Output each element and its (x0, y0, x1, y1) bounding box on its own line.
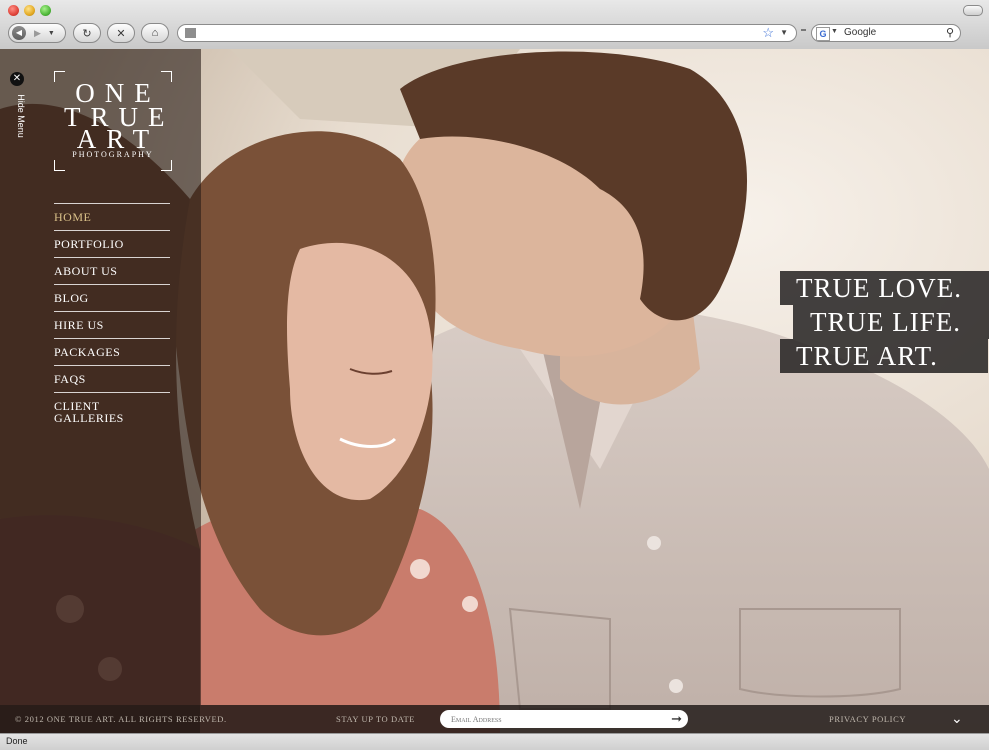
zoom-window-icon[interactable] (40, 5, 51, 16)
email-field[interactable] (451, 713, 661, 725)
logo-word-art: ART (76, 124, 160, 154)
reload-button[interactable]: ↻ (73, 23, 101, 43)
favicon-icon (185, 28, 196, 38)
chevron-down-icon[interactable]: ⌄ (951, 710, 963, 727)
toolbar-toggle-button[interactable] (963, 5, 983, 16)
tagline-line: TRUE LOVE. (780, 271, 989, 305)
bookmark-star-icon[interactable]: ☆ (762, 25, 774, 41)
tagline-text: TRUE LOVE. (796, 273, 962, 303)
submit-arrow-icon[interactable]: ➞ (671, 711, 682, 727)
nav-item-home[interactable]: HOME (54, 203, 170, 230)
forward-arrow-icon[interactable]: ▶ (34, 28, 41, 39)
site-footer: © 2012 ONE TRUE ART. ALL RIGHTS RESERVED… (0, 705, 989, 733)
nav-item-about-us[interactable]: ABOUT US (54, 257, 170, 284)
close-icon[interactable]: ✕ (10, 72, 24, 86)
search-bar[interactable]: G ▼ Google ⚲ (811, 24, 961, 42)
privacy-policy-link[interactable]: PRIVACY POLICY (829, 714, 906, 724)
search-icon[interactable]: ⚲ (946, 26, 954, 39)
hide-menu-button[interactable]: Hide Menu (16, 91, 26, 141)
search-input[interactable]: Google (844, 27, 876, 38)
logo-corner (54, 160, 65, 171)
stop-icon: ✕ (116, 27, 126, 40)
url-dropdown-icon[interactable]: ▼ (780, 28, 788, 37)
stop-button[interactable]: ✕ (107, 23, 135, 43)
toolbar-separator (801, 29, 806, 31)
hero-tagline: TRUE LOVE. TRUE LIFE. TRUE ART. (780, 271, 989, 373)
minimize-window-icon[interactable] (24, 5, 35, 16)
home-button[interactable]: ⌂ (141, 23, 169, 43)
tagline-line: TRUE LIFE. (780, 305, 989, 339)
nav-item-packages[interactable]: PACKAGES (54, 338, 170, 365)
home-icon: ⌂ (151, 27, 159, 39)
copyright-text: © 2012 ONE TRUE ART. ALL RIGHTS RESERVED… (15, 714, 227, 724)
logo-subtitle: PHOTOGRAPHY (72, 150, 154, 159)
back-arrow-icon[interactable]: ◀ (12, 26, 26, 40)
nav-item-portfolio[interactable]: PORTFOLIO (54, 230, 170, 257)
tagline-line: TRUE ART. (780, 339, 989, 373)
google-engine-icon[interactable]: G (816, 27, 830, 41)
nav-item-client-galleries[interactable]: CLIENT GALLERIES (54, 392, 170, 432)
nav-item-hire-us[interactable]: HIRE US (54, 311, 170, 338)
newsletter-label: STAY UP TO DATE (336, 714, 416, 724)
history-dropdown-icon[interactable]: ▼ (48, 30, 55, 37)
close-window-icon[interactable] (8, 5, 19, 16)
nav-item-faqs[interactable]: FAQS (54, 365, 170, 392)
tagline-text: TRUE ART. (796, 341, 938, 371)
browser-toolbar: ◀ ▶ ▼ ↻ ✕ ⌂ ☆ ▼ G ▼ Google ⚲ (0, 0, 989, 50)
web-page: ✕ Hide Menu ONE TRUE ART PHOTOGRAPHY HOM… (0, 49, 989, 733)
site-logo[interactable]: ONE TRUE ART PHOTOGRAPHY (54, 71, 172, 171)
main-nav: HOME PORTFOLIO ABOUT US BLOG HIRE US PAC… (54, 203, 170, 432)
reload-icon: ↻ (82, 27, 92, 40)
status-text: Done (6, 736, 28, 746)
logo-corner (161, 160, 172, 171)
address-bar[interactable]: ☆ ▼ (177, 24, 797, 42)
newsletter-form: ➞ (440, 710, 688, 728)
browser-status-bar: Done (0, 733, 989, 750)
nav-item-blog[interactable]: BLOG (54, 284, 170, 311)
tagline-text: TRUE LIFE. (810, 307, 961, 337)
back-forward-button[interactable]: ◀ ▶ ▼ (8, 23, 66, 43)
engine-dropdown-icon[interactable]: ▼ (831, 28, 838, 35)
sidebar-menu: ✕ Hide Menu ONE TRUE ART PHOTOGRAPHY HOM… (0, 49, 201, 705)
